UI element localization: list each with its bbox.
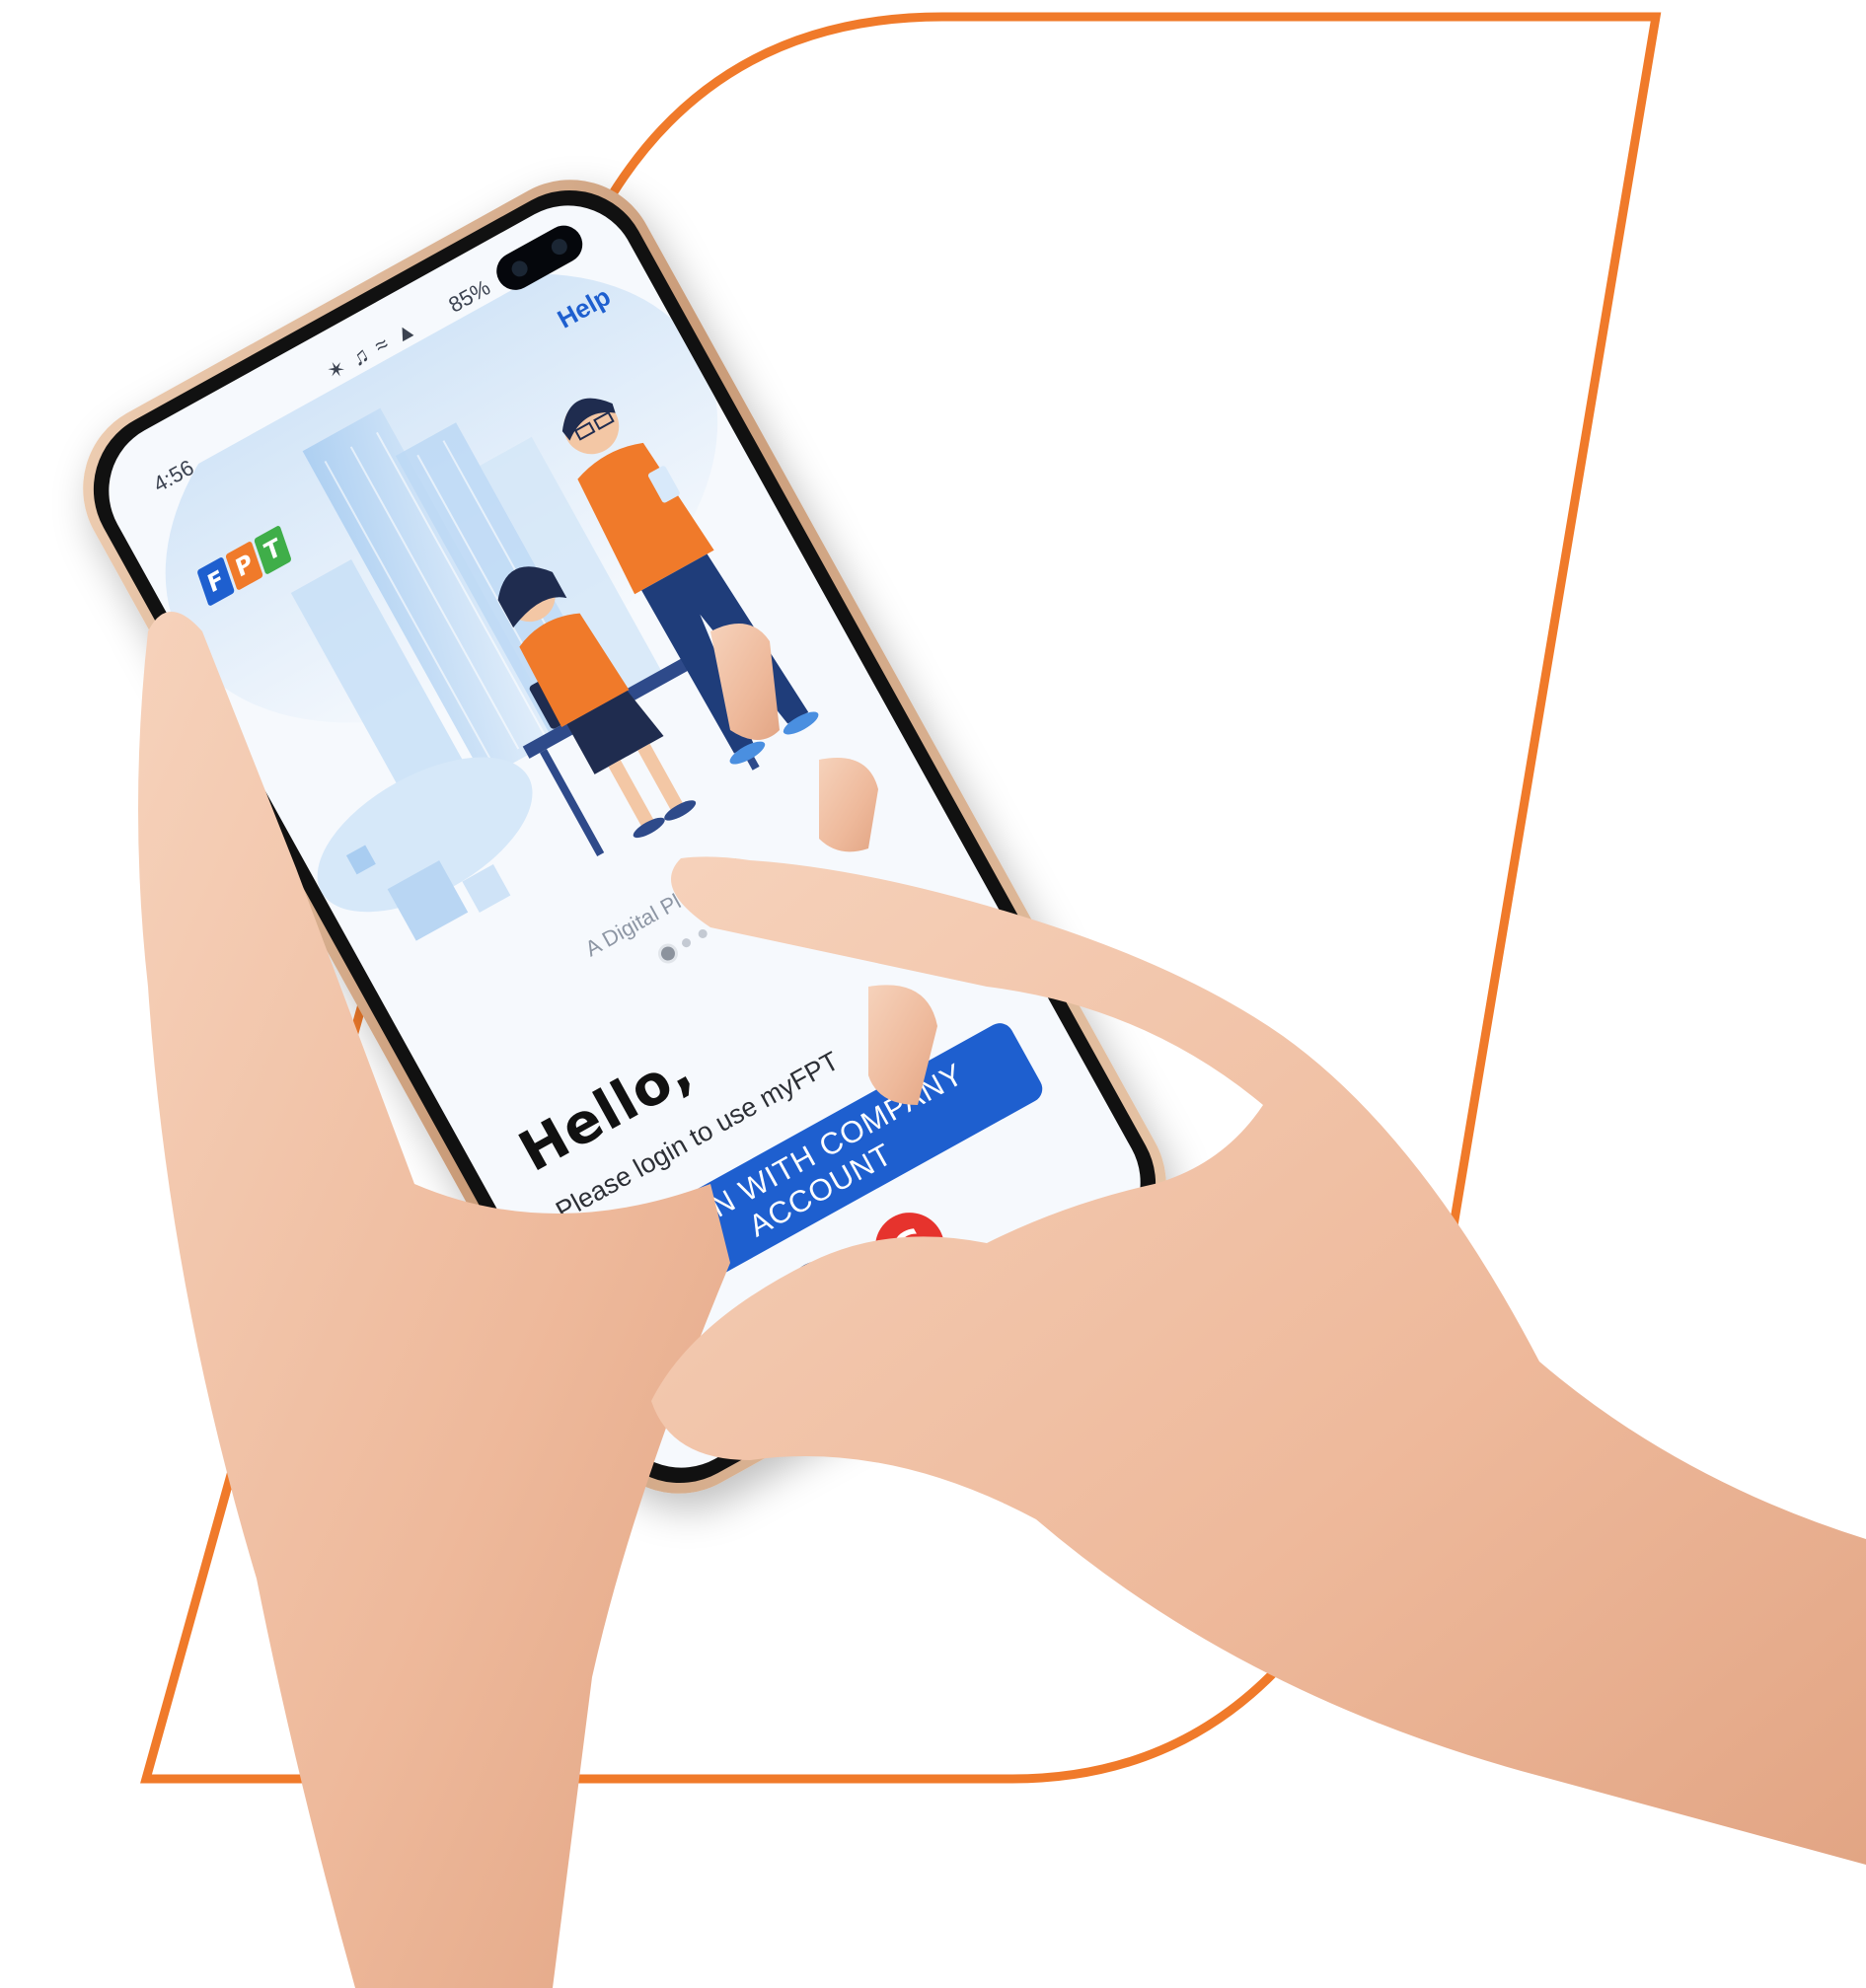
carousel-dot[interactable] bbox=[658, 943, 678, 963]
wifi-icon: ≈ bbox=[370, 330, 395, 359]
carousel-dot[interactable] bbox=[680, 936, 693, 950]
facebook-login-button[interactable]: f bbox=[774, 1248, 868, 1343]
signal-icon: ▲ bbox=[389, 315, 422, 348]
carousel-dot[interactable] bbox=[697, 927, 709, 940]
mute-icon: ♫ bbox=[346, 340, 376, 372]
bluetooth-icon: ✶ bbox=[322, 353, 352, 386]
